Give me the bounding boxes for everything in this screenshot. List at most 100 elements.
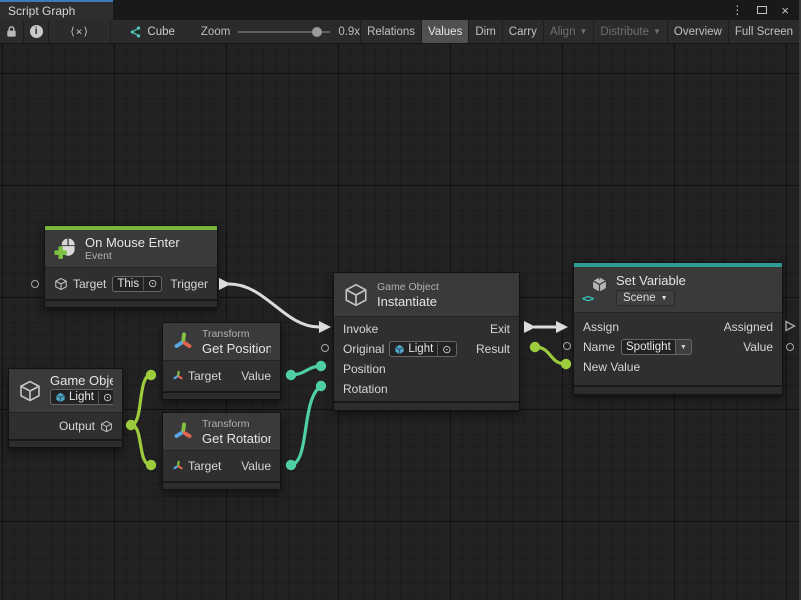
graph-icon — [128, 25, 142, 39]
relations-button[interactable]: Relations — [361, 20, 421, 43]
info-button[interactable]: i — [24, 20, 47, 43]
transform-icon — [172, 421, 194, 443]
node-set-variable[interactable]: <> Set Variable Scene ▼ Assign Assigned … — [573, 262, 783, 395]
assigned-label: Assigned — [724, 320, 773, 334]
position-row: Position — [334, 359, 519, 379]
result-label: Result — [472, 342, 510, 356]
node-subtitle: Event — [85, 250, 180, 263]
overview-button[interactable]: Overview — [668, 20, 728, 43]
name-row: Name Spotlight ▼ Value — [574, 337, 782, 357]
new-value-row: New Value — [574, 357, 782, 377]
output-row: Output — [9, 413, 122, 439]
lock-icon — [5, 25, 18, 38]
node-category: Transform — [202, 418, 271, 431]
tab-script-graph[interactable]: Script Graph — [0, 0, 113, 20]
variable-name-field[interactable]: Spotlight — [621, 339, 676, 355]
graph-name-label: Cube — [147, 26, 175, 38]
port-onmouseenter-target-in[interactable] — [31, 280, 39, 288]
node-title: Get Position — [202, 341, 271, 356]
invoke-exit-row: Invoke Exit — [334, 319, 519, 339]
invoke-label: Invoke — [343, 322, 378, 336]
carry-button[interactable]: Carry — [503, 20, 543, 43]
node-on-mouse-enter[interactable]: On Mouse Enter Event Target This ⊙ Trigg… — [44, 225, 218, 308]
graph-toolbar: i ⟨×⟩ Cube Zoom 0.9x Relations Values Di… — [0, 20, 799, 44]
node-footer — [334, 401, 519, 410]
window-menu-icon[interactable]: ⋮ — [731, 3, 743, 17]
zoom-label: Zoom — [201, 26, 230, 38]
node-footer — [163, 391, 280, 399]
node-title: Set Variable — [616, 273, 686, 288]
chevron-down-icon: ▼ — [579, 27, 587, 36]
dim-button[interactable]: Dim — [469, 20, 501, 43]
target-row: Target This ⊙ Trigger — [45, 268, 217, 299]
variable-name-dropdown[interactable]: ▼ — [676, 339, 692, 355]
graph-canvas[interactable]: On Mouse Enter Event Target This ⊙ Trigg… — [0, 44, 801, 600]
port-instantiate-original-in[interactable] — [321, 344, 329, 352]
info-icon: i — [30, 25, 43, 38]
wire-getposition-value-to-position[interactable] — [286, 361, 326, 380]
node-get-rotation[interactable]: Transform Get Rotation Target Value — [162, 412, 281, 490]
target-label: Target — [73, 277, 106, 291]
rotation-label: Rotation — [343, 382, 388, 396]
node-title: Get Rotation — [202, 431, 271, 446]
object-value-field[interactable]: Light ⊙ — [50, 389, 113, 405]
port-setvariable-assigned-out[interactable] — [784, 320, 796, 332]
distribute-button[interactable]: Distribute▼ — [594, 20, 667, 43]
script-graph-window: Script Graph ⋮ × i ⟨×⟩ Cube Zoom — [0, 0, 801, 600]
graph-breadcrumb[interactable]: Cube — [128, 20, 175, 43]
port-setvariable-value-out[interactable] — [786, 343, 794, 351]
chevron-down-icon: ▼ — [653, 27, 661, 36]
node-header: <> Set Variable Scene ▼ — [574, 267, 782, 313]
node-title: On Mouse Enter — [85, 235, 180, 250]
node-footer — [45, 299, 217, 307]
transform-icon — [172, 331, 194, 353]
wire-output-to-getposition-target[interactable] — [126, 370, 156, 430]
port-setvariable-name-in[interactable] — [563, 342, 571, 350]
node-footer — [574, 385, 782, 394]
node-title: Instantiate — [377, 294, 439, 309]
node-game-object-literal[interactable]: Game Object Light ⊙ Output — [8, 368, 123, 448]
wire-output-to-getrotation-target[interactable] — [131, 425, 156, 470]
value-label: Value — [241, 369, 271, 383]
node-footer — [163, 481, 280, 489]
zoom-control: Zoom 0.9x — [201, 20, 360, 43]
align-button[interactable]: Align▼ — [544, 20, 594, 43]
lock-button[interactable] — [0, 20, 23, 43]
zoom-slider-handle[interactable] — [312, 27, 322, 37]
target-value-field[interactable]: This ⊙ — [112, 276, 162, 292]
code-view-button[interactable]: ⟨×⟩ — [49, 20, 110, 43]
node-get-position[interactable]: Transform Get Position Target Value — [162, 322, 281, 400]
variable-scope-dropdown[interactable]: Scene ▼ — [616, 290, 675, 306]
maximize-icon[interactable] — [757, 6, 767, 14]
name-label: Name — [583, 340, 615, 354]
transform-icon — [172, 460, 184, 472]
fullscreen-button[interactable]: Full Screen — [729, 20, 799, 43]
original-label: Original — [343, 342, 384, 356]
object-picker-icon[interactable]: ⊙ — [437, 343, 451, 356]
values-button[interactable]: Values — [422, 20, 468, 43]
cube-icon — [18, 379, 42, 403]
object-picker-icon[interactable]: ⊙ — [143, 277, 157, 290]
wire-exit-to-assign[interactable] — [524, 321, 568, 333]
mouse-enter-icon — [54, 237, 77, 260]
target-label: Target — [188, 459, 221, 473]
cube-icon — [343, 282, 369, 308]
node-instantiate[interactable]: Game Object Instantiate Invoke Exit Orig… — [333, 272, 520, 411]
node-header: Transform Get Position — [163, 323, 280, 361]
node-footer — [9, 439, 122, 447]
object-picker-icon[interactable]: ⊙ — [98, 391, 112, 404]
transform-icon — [172, 370, 184, 382]
close-icon[interactable]: × — [781, 3, 789, 18]
ports-row: Target Value — [163, 361, 280, 391]
node-category: Game Object — [377, 281, 439, 294]
wire-getrotation-value-to-rotation[interactable] — [286, 381, 326, 470]
value-label: Value — [739, 340, 773, 354]
original-value-field[interactable]: Light ⊙ — [389, 341, 456, 357]
unity-object-icon — [55, 392, 66, 403]
zoom-slider[interactable] — [238, 25, 330, 39]
position-label: Position — [343, 362, 386, 376]
toolbar-buttons: Relations Values Dim Carry Align▼ Distri… — [360, 20, 799, 43]
toolbar-separator — [110, 20, 111, 43]
original-result-row: Original Light ⊙ Result — [334, 339, 519, 359]
cube-icon — [54, 277, 68, 291]
